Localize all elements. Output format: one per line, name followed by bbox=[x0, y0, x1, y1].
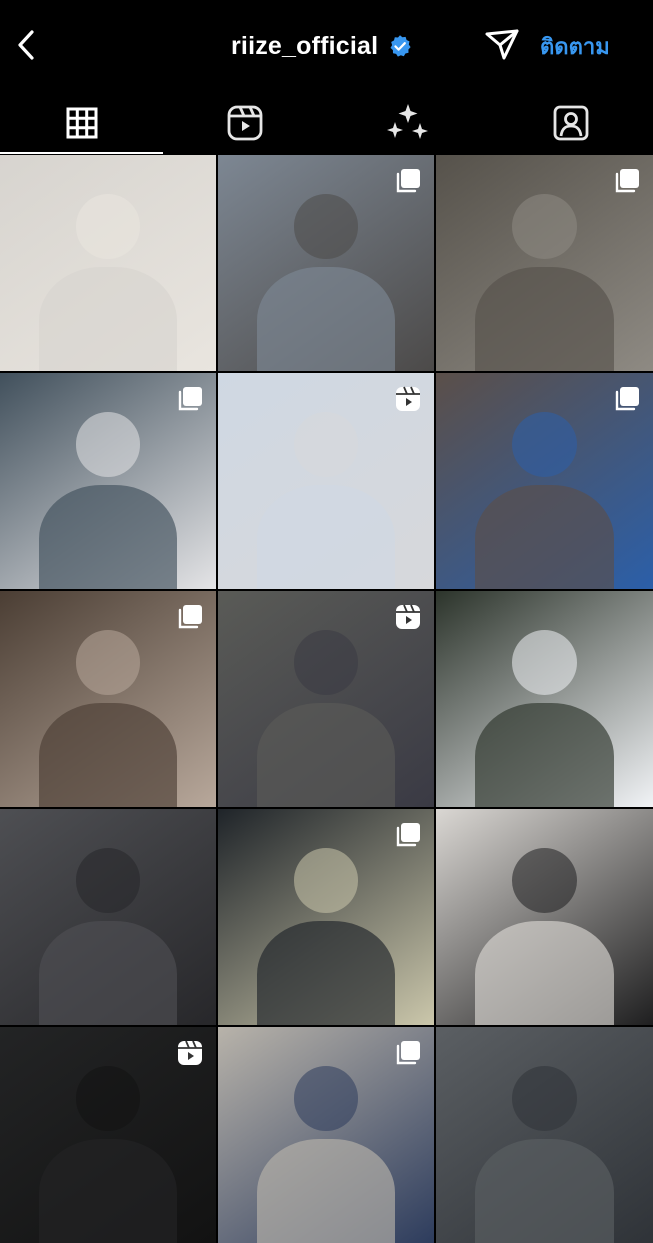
photo-subject bbox=[293, 1065, 359, 1131]
photo-subject bbox=[75, 1065, 141, 1131]
carousel-icon bbox=[396, 1041, 420, 1065]
carousel-icon bbox=[615, 169, 639, 193]
photo-subject-body bbox=[38, 703, 178, 807]
photo-subject bbox=[511, 193, 578, 259]
photo-subject bbox=[75, 847, 141, 913]
photo-subject bbox=[75, 411, 141, 477]
carousel-icon bbox=[396, 169, 420, 193]
photo-subject bbox=[511, 1065, 578, 1131]
photo-subject bbox=[511, 411, 578, 477]
profile-header: riize_official ติดตาม bbox=[0, 0, 653, 92]
post-thumbnail[interactable] bbox=[0, 155, 216, 371]
follow-button[interactable]: ติดตาม bbox=[540, 28, 610, 64]
post-thumbnail[interactable] bbox=[218, 809, 434, 1025]
photo-subject-body bbox=[256, 703, 396, 807]
photo-subject-body bbox=[256, 267, 396, 371]
photo-subject-body bbox=[475, 1139, 614, 1243]
photo-subject-body bbox=[38, 1139, 178, 1243]
carousel-icon bbox=[178, 387, 202, 411]
profile-tabs bbox=[0, 92, 653, 154]
paper-plane-icon bbox=[485, 29, 519, 60]
post-thumbnail[interactable] bbox=[218, 155, 434, 371]
post-thumbnail[interactable] bbox=[436, 155, 653, 371]
photo-subject-body bbox=[256, 1139, 396, 1243]
carousel-icon bbox=[178, 605, 202, 629]
photo-subject-body bbox=[256, 485, 396, 589]
photo-subject-body bbox=[38, 485, 178, 589]
photo-subject-body bbox=[475, 267, 614, 371]
post-thumbnail[interactable] bbox=[0, 1027, 216, 1243]
photo-subject-body bbox=[475, 921, 614, 1025]
photo-subject-body bbox=[38, 267, 178, 371]
tab-tagged[interactable] bbox=[490, 92, 653, 154]
tab-posts[interactable] bbox=[0, 92, 164, 154]
post-thumbnail[interactable] bbox=[218, 1027, 434, 1243]
username-container: riize_official bbox=[231, 28, 412, 64]
reels-icon bbox=[396, 386, 420, 411]
reels-icon bbox=[227, 105, 263, 141]
photo-subject-body bbox=[38, 921, 178, 1025]
post-thumbnail[interactable] bbox=[0, 373, 216, 589]
chevron-left-icon bbox=[18, 30, 34, 60]
photo-subject-body bbox=[475, 485, 614, 589]
reels-icon bbox=[396, 604, 420, 629]
photo-subject bbox=[293, 411, 359, 477]
carousel-icon bbox=[396, 823, 420, 847]
photo-subject bbox=[75, 193, 141, 259]
post-thumbnail[interactable] bbox=[436, 591, 653, 807]
photo-subject bbox=[75, 629, 141, 695]
photo-subject bbox=[293, 629, 359, 695]
send-message-button[interactable] bbox=[482, 26, 522, 64]
photo-subject bbox=[511, 847, 578, 913]
tagged-person-icon bbox=[553, 105, 589, 141]
post-thumbnail[interactable] bbox=[0, 591, 216, 807]
reels-icon bbox=[178, 1040, 202, 1065]
sparkles-icon bbox=[387, 104, 429, 139]
carousel-icon bbox=[615, 387, 639, 411]
posts-grid bbox=[0, 155, 653, 1243]
back-button[interactable] bbox=[6, 24, 46, 66]
verified-badge-icon bbox=[388, 34, 412, 58]
post-thumbnail[interactable] bbox=[436, 373, 653, 589]
photo-subject-body bbox=[256, 921, 396, 1025]
post-thumbnail[interactable] bbox=[436, 809, 653, 1025]
photo-subject-body bbox=[475, 703, 614, 807]
photo-subject bbox=[293, 847, 359, 913]
tab-reels[interactable] bbox=[163, 92, 326, 154]
post-thumbnail[interactable] bbox=[0, 809, 216, 1025]
photo-subject bbox=[511, 629, 578, 695]
post-thumbnail[interactable] bbox=[218, 591, 434, 807]
post-thumbnail[interactable] bbox=[436, 1027, 653, 1243]
photo-subject bbox=[293, 193, 359, 259]
tab-effects[interactable] bbox=[327, 92, 490, 154]
profile-username: riize_official bbox=[231, 31, 379, 60]
post-thumbnail[interactable] bbox=[218, 373, 434, 589]
grid-icon bbox=[66, 107, 98, 139]
